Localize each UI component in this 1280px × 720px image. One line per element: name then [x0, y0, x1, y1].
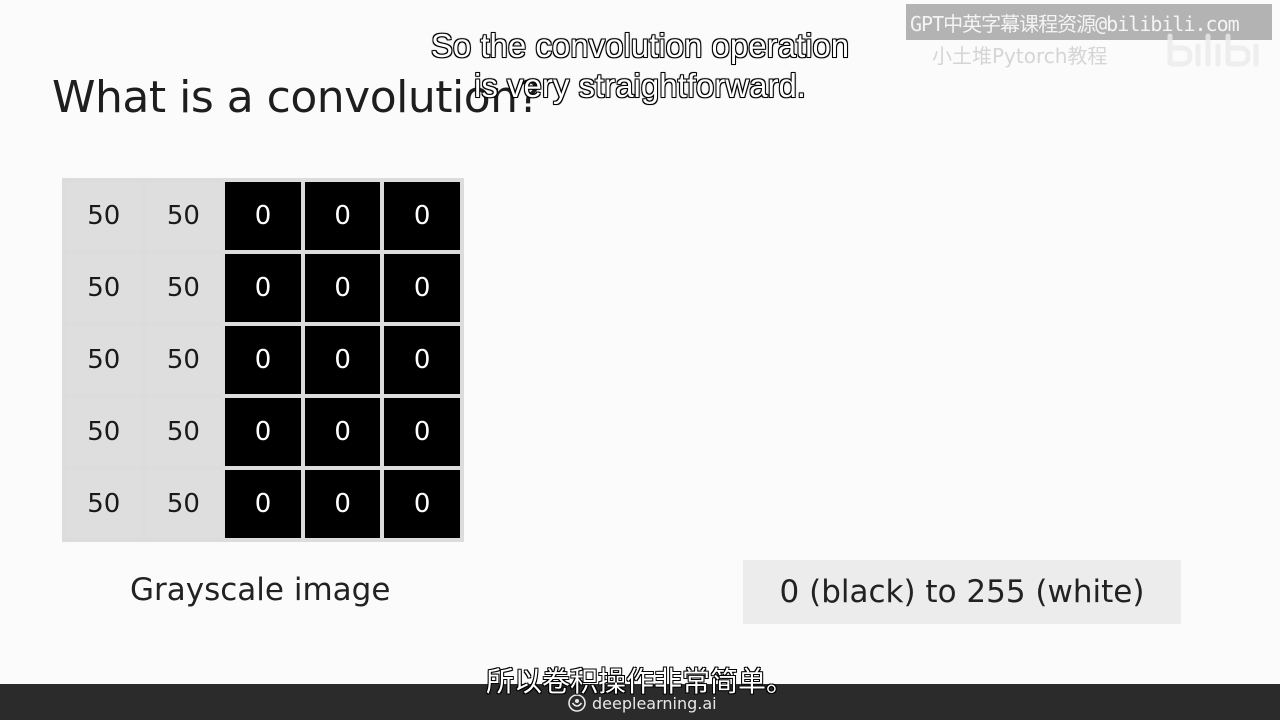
range-label: 0 (black) to 255 (white) — [779, 574, 1145, 610]
grid-cell: 0 — [384, 470, 460, 538]
grid-cell: 50 — [145, 326, 222, 394]
chinese-subtitle: 所以卷积操作非常简单。 — [485, 664, 795, 698]
grid-cell: 0 — [304, 398, 381, 466]
grid-cell: 50 — [145, 254, 222, 322]
grid-cell: 50 — [145, 470, 222, 538]
grid-cell: 0 — [384, 398, 460, 466]
grid-cell: 0 — [304, 182, 381, 250]
bilibili-logo-icon — [1167, 33, 1259, 67]
range-label-box: 0 (black) to 255 (white) — [743, 560, 1181, 624]
grid-cell: 0 — [384, 326, 460, 394]
grid-cell: 0 — [304, 326, 381, 394]
pixel-grid: 50 50 0 0 0 50 50 0 0 0 50 50 0 0 0 50 50 0 0 0 50 50 0 0 0 — [62, 178, 464, 542]
grid-cell: 50 — [66, 470, 142, 538]
grid-cell: 50 — [66, 326, 142, 394]
grid-cell: 50 — [66, 182, 142, 250]
grid-cell: 0 — [225, 182, 301, 250]
grid-cell: 0 — [225, 326, 301, 394]
english-subtitle-line-1: So the convolution operation — [430, 26, 850, 65]
grid-cell: 50 — [145, 182, 222, 250]
grid-cell: 0 — [384, 182, 460, 250]
grid-cell: 0 — [304, 470, 381, 538]
grid-cell: 50 — [66, 398, 142, 466]
grid-cell: 0 — [225, 254, 301, 322]
grid-caption: Grayscale image — [130, 572, 391, 608]
grid-cell: 0 — [304, 254, 381, 322]
watermark-channel-text: 小土堆Pytorch教程 — [932, 44, 1108, 68]
english-subtitle: So the convolution operation is very str… — [430, 26, 850, 106]
grid-cell: 0 — [225, 398, 301, 466]
grid-cell: 50 — [145, 398, 222, 466]
grid-cell: 0 — [384, 254, 460, 322]
english-subtitle-line-2: is very straightforward. — [473, 66, 806, 105]
grid-cell: 0 — [225, 470, 301, 538]
grid-cell: 50 — [66, 254, 142, 322]
